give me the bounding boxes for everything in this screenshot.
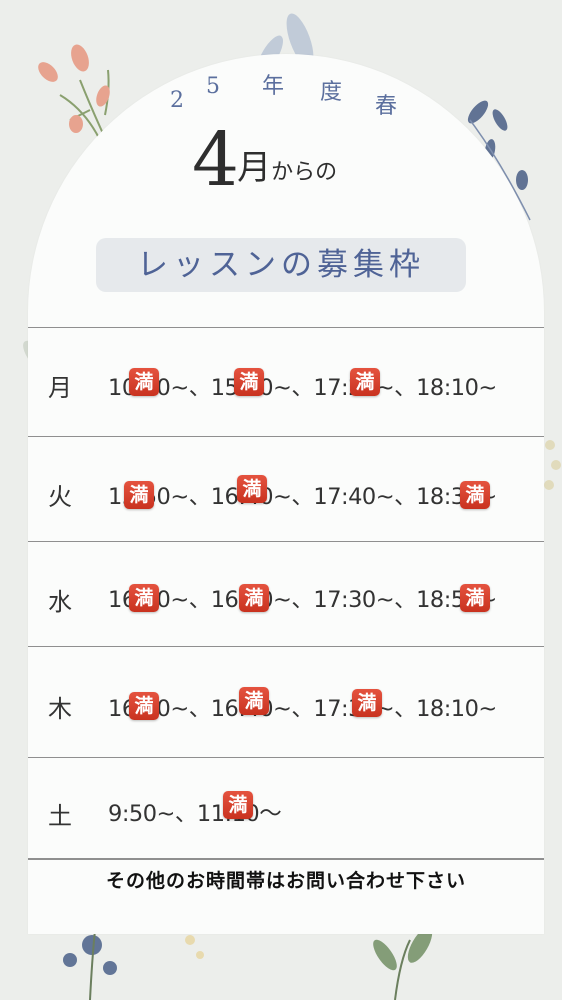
page-title: レッスンの募集枠 bbox=[96, 238, 466, 292]
time-slots: 15:50~、16:40~、17:40~、18:30~ bbox=[108, 484, 497, 510]
full-badge: 満 bbox=[129, 692, 159, 720]
full-badge: 満 bbox=[352, 689, 382, 717]
season-char: 5 bbox=[206, 74, 220, 99]
schedule-row-mon: 月 10:10~、15:40~、17:20~、18:10~ 満 満 満 bbox=[28, 327, 544, 436]
full-badge: 満 bbox=[239, 687, 269, 715]
season-char: 年 bbox=[262, 74, 285, 99]
full-badge: 満 bbox=[460, 481, 490, 509]
season-char: 度 bbox=[320, 80, 343, 105]
schedule-row-thu: 木 16:50~、16:40~、17:30~、18:10~ 満 満 満 bbox=[28, 646, 544, 757]
time-slots: 10:10~、15:40~、17:20~、18:10~ bbox=[108, 375, 497, 401]
full-badge: 満 bbox=[129, 368, 159, 396]
schedule-poster: 2 5 年 度 春 4月からの レッスンの募集枠 月 10:10~、15:40~… bbox=[0, 0, 562, 1000]
schedule-row-sat: 土 9:50~、11:10〜 満 bbox=[28, 757, 544, 858]
schedule-row-wed: 水 16:40~、16:50~、17:30~、18:50~ 満 満 満 bbox=[28, 541, 544, 646]
full-badge: 満 bbox=[237, 475, 267, 503]
table-bottom bbox=[28, 858, 544, 860]
full-badge: 満 bbox=[350, 368, 380, 396]
contact-note: その他のお時間帯はお問い合わせ下さい bbox=[105, 870, 466, 892]
full-badge: 満 bbox=[124, 481, 154, 509]
full-badge: 満 bbox=[460, 584, 490, 612]
day-label: 木 bbox=[48, 695, 72, 723]
season-label: 2 5 年 度 春 bbox=[170, 70, 410, 119]
day-label: 水 bbox=[48, 588, 72, 616]
time-slots: 9:50~、11:10〜 bbox=[108, 801, 282, 827]
headline-month: 月 bbox=[237, 148, 272, 188]
headline: 4月からの bbox=[192, 120, 337, 200]
time-slots: 16:40~、16:50~、17:30~、18:50~ bbox=[108, 587, 497, 613]
day-label: 月 bbox=[48, 374, 72, 402]
time-slots: 16:50~、16:40~、17:30~、18:10~ bbox=[108, 696, 497, 722]
headline-number: 4 bbox=[192, 117, 239, 203]
full-badge: 満 bbox=[223, 791, 253, 819]
schedule-row-tue: 火 15:50~、16:40~、17:40~、18:30~ 満 満 満 bbox=[28, 436, 544, 541]
season-char: 春 bbox=[375, 94, 398, 119]
full-badge: 満 bbox=[239, 584, 269, 612]
schedule-table: 月 10:10~、15:40~、17:20~、18:10~ 満 満 満 火 15… bbox=[28, 327, 544, 860]
full-badge: 満 bbox=[129, 584, 159, 612]
day-label: 火 bbox=[48, 483, 72, 511]
headline-rest: からの bbox=[271, 160, 338, 185]
day-label: 土 bbox=[48, 802, 72, 830]
full-badge: 満 bbox=[234, 368, 264, 396]
season-char: 2 bbox=[170, 88, 184, 113]
